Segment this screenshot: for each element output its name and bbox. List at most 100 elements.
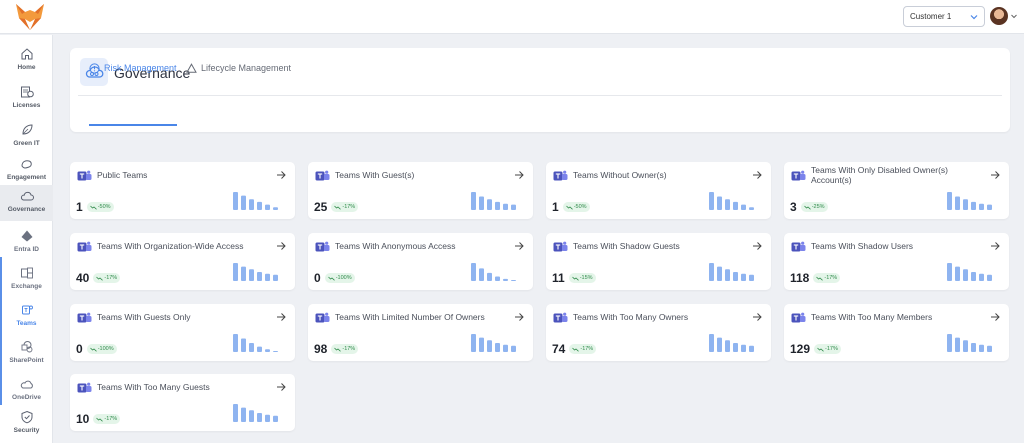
customer-select[interactable]: Customer 1	[903, 6, 985, 27]
metric-card[interactable]: Teams With Guests Only 0 -100%	[70, 304, 295, 361]
sidebar-item-exchange[interactable]: Exchange	[0, 262, 53, 300]
metric-value: 25	[314, 200, 328, 214]
change-badge: -17%	[813, 273, 841, 283]
arrow-right-icon[interactable]	[752, 170, 762, 180]
fox-logo-icon[interactable]	[14, 2, 46, 32]
metric-card[interactable]: Public Teams 1 -50%	[70, 162, 295, 219]
sidebar-item-label: Licenses	[12, 102, 41, 109]
arrow-right-icon[interactable]	[990, 312, 1000, 322]
change-badge: -25%	[800, 202, 828, 212]
chevron-down-icon[interactable]	[1010, 12, 1018, 20]
arrow-right-icon[interactable]	[276, 382, 286, 392]
metric-title: Teams With Limited Number Of Owners	[335, 312, 485, 322]
change-value: -17%	[825, 346, 838, 352]
sparkline-bar	[471, 192, 476, 210]
trend-down-icon	[334, 205, 342, 210]
sparkline-bar	[511, 280, 516, 281]
sparkline-bar	[265, 273, 270, 281]
sparkline-bar	[709, 192, 714, 210]
sparkline-bar	[717, 266, 722, 281]
exchange-icon	[20, 267, 33, 279]
sidebar-item-licenses[interactable]: Licenses	[0, 81, 53, 119]
arrow-right-icon[interactable]	[276, 170, 286, 180]
trend-down-icon	[817, 347, 824, 352]
sidebar-item-label: Entra ID	[14, 246, 39, 253]
sidebar-item-green-it[interactable]: Green IT	[0, 119, 53, 157]
teams-icon	[77, 170, 92, 181]
arrow-right-icon[interactable]	[990, 241, 1000, 251]
metric-value: 98	[314, 342, 328, 356]
sparkline-bar	[709, 263, 714, 281]
teams-icon	[553, 241, 568, 252]
change-value: -17%	[104, 275, 118, 281]
metric-value: 40	[76, 271, 90, 285]
leaf-icon	[21, 124, 33, 135]
sparkline-bar	[249, 269, 254, 281]
tab-lifecycle-management[interactable]: Lifecycle Management	[186, 59, 291, 77]
metric-card[interactable]: Teams With Only Disabled Owner(s) Accoun…	[784, 162, 1009, 219]
sidebar-item-security[interactable]: Security	[0, 406, 53, 443]
sparkline-bar	[987, 345, 992, 352]
arrow-right-icon[interactable]	[276, 312, 286, 322]
sidebar-item-teams[interactable]: Teams	[0, 299, 53, 337]
teams-icon	[77, 312, 92, 323]
sidebar-item-label: Teams	[16, 320, 37, 327]
sparkline-bar	[741, 204, 746, 210]
entra-icon	[21, 230, 32, 242]
sparkline-bar	[257, 346, 262, 352]
teams-icon	[791, 241, 806, 252]
sparkline-bar	[479, 268, 484, 281]
metric-card[interactable]: Teams With Organization-Wide Access 40 -17…	[70, 233, 295, 290]
sparkline-bar	[265, 349, 270, 352]
arrow-right-icon[interactable]	[990, 170, 1000, 180]
arrow-right-icon[interactable]	[514, 241, 524, 251]
sparkline-bar	[273, 415, 278, 422]
metric-card[interactable]: Teams With Too Many Guests 10 -17%	[70, 374, 295, 431]
metric-card[interactable]: Teams With Guest(s) 25 -17%	[308, 162, 533, 219]
metric-value: 1	[76, 200, 83, 214]
sparkline-bar	[233, 404, 238, 422]
metric-card[interactable]: Teams With Shadow Users 118 -17%	[784, 233, 1009, 290]
metric-title: Teams With Anonymous Access	[335, 241, 456, 251]
arrow-right-icon[interactable]	[752, 241, 762, 251]
sparkline-bar	[947, 263, 952, 281]
arrow-right-icon[interactable]	[514, 170, 524, 180]
arrow-right-icon[interactable]	[514, 312, 524, 322]
change-badge: -15%	[568, 273, 596, 283]
metric-value: 10	[76, 412, 90, 426]
sparkline-bar	[963, 340, 968, 352]
sidebar-item-entra-id[interactable]: Entra ID	[0, 225, 53, 263]
metric-card[interactable]: Teams With Limited Number Of Owners 98 -17…	[308, 304, 533, 361]
metric-value: 129	[790, 342, 811, 356]
sidebar-item-governance[interactable]: Governance	[0, 185, 53, 221]
sidebar-item-home[interactable]: Home	[0, 43, 53, 81]
sparkline-bar	[265, 204, 270, 210]
sparkline-bar	[487, 340, 492, 352]
sparkline-bar	[257, 413, 262, 422]
metric-card[interactable]: Teams With Too Many Owners 74 -17%	[546, 304, 771, 361]
teams-icon	[553, 312, 568, 323]
metric-card[interactable]: Teams With Anonymous Access 0 -100%	[308, 233, 533, 290]
sparkline-bar	[471, 263, 476, 281]
change-value: -17%	[342, 204, 356, 210]
change-badge: -50%	[562, 202, 590, 212]
trend-down-icon	[565, 205, 573, 210]
metric-card[interactable]: Teams With Shadow Guests 11 -15%	[546, 233, 771, 290]
sidebar-item-label: Green IT	[13, 140, 40, 147]
user-avatar[interactable]	[990, 7, 1008, 25]
sparkline-chart	[947, 334, 992, 352]
arrow-right-icon[interactable]	[276, 241, 286, 251]
chevron-down-icon	[970, 15, 978, 20]
sparkline-bar	[987, 274, 992, 281]
metric-value: 74	[552, 342, 566, 356]
change-value: -17%	[824, 275, 838, 281]
sidebar-item-sharepoint[interactable]: SharePoint	[0, 336, 53, 374]
sparkline-chart	[233, 263, 278, 281]
metric-title: Teams With Organization-Wide Access	[97, 241, 244, 251]
tab-risk-management[interactable]: Risk Management	[89, 59, 177, 77]
metric-card[interactable]: Teams With Too Many Members 129 -17%	[784, 304, 1009, 361]
metric-card[interactable]: Teams Without Owner(s) 1 -50%	[546, 162, 771, 219]
sidebar-item-label: Governance	[7, 206, 46, 213]
arrow-right-icon[interactable]	[752, 312, 762, 322]
sparkline-bar	[249, 343, 254, 352]
